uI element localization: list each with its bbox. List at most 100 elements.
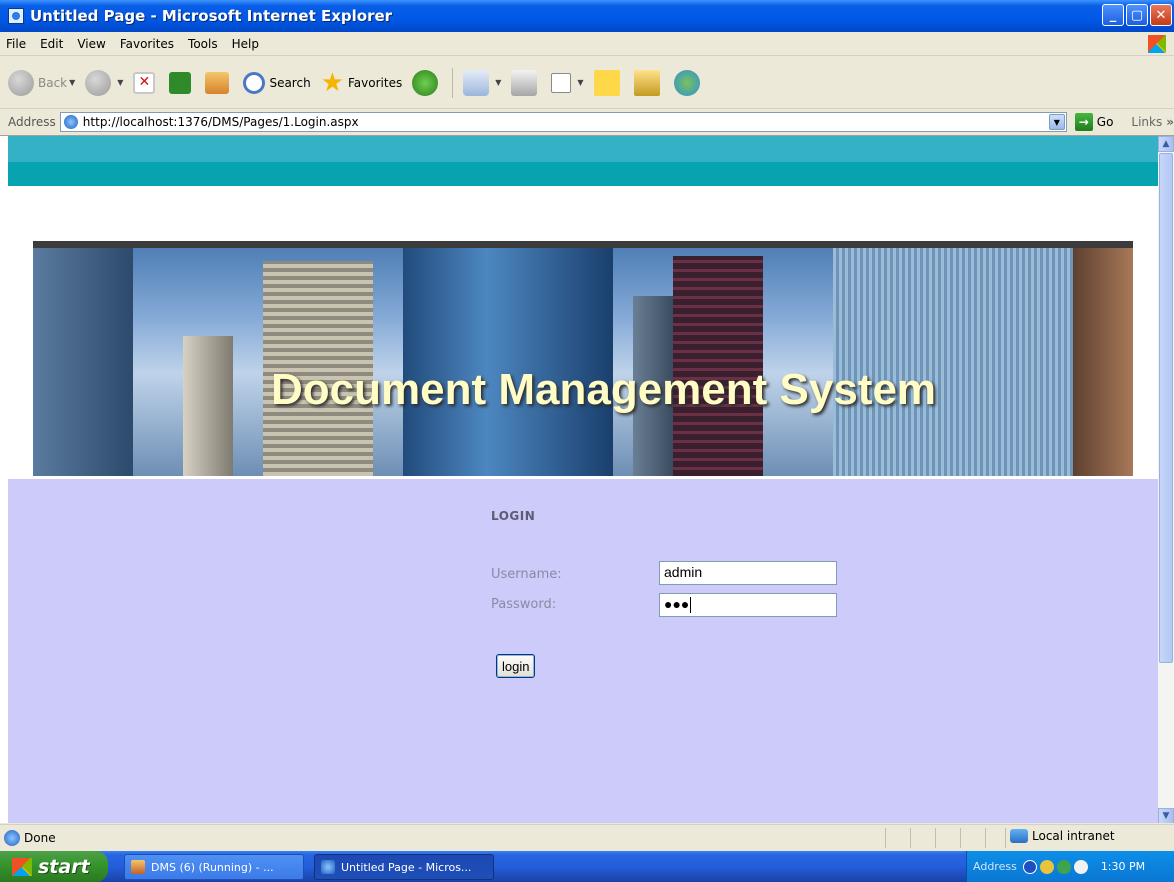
zone-label: Local intranet — [1032, 829, 1115, 843]
taskbar-item-ie[interactable]: Untitled Page - Micros... — [314, 854, 494, 880]
taskbar: start DMS (6) (Running) - ... Untitled P… — [0, 851, 1174, 882]
chevron-down-icon[interactable]: ▼ — [1048, 114, 1065, 130]
go-button[interactable]: → Go — [1074, 113, 1114, 131]
search-label: Search — [269, 75, 311, 90]
banner-image: Document Management System — [33, 241, 1133, 476]
home-icon — [205, 71, 230, 94]
system-tray: Address 1:30 PM — [966, 851, 1174, 882]
status-divider — [1005, 828, 1006, 848]
login-panel: LOGIN Username: Password: admin ●●● logi… — [8, 479, 1158, 823]
network-icon[interactable] — [1039, 859, 1054, 874]
search-icon — [243, 71, 266, 94]
go-label: Go — [1096, 115, 1114, 129]
media-icon — [412, 69, 439, 96]
window-title: Untitled Page - Microsoft Internet Explo… — [30, 7, 393, 25]
status-bar: Done Local intranet — [0, 824, 1174, 850]
scroll-thumb[interactable] — [1159, 153, 1173, 663]
status-text: Done — [24, 830, 56, 845]
toolbar: Back ▼ ▼ Search ★ Favorites ▼ ▼ — [0, 57, 1174, 109]
favorites-button[interactable]: ★ Favorites — [321, 68, 403, 98]
header-band-bottom — [8, 162, 1158, 186]
forward-arrow-icon — [85, 69, 112, 96]
refresh-icon — [169, 71, 192, 94]
go-arrow-icon: → — [1074, 113, 1093, 131]
username-label: Username: — [491, 567, 562, 582]
menu-help[interactable]: Help — [232, 37, 259, 51]
chevron-down-icon[interactable]: ▼ — [117, 78, 123, 87]
window-title-bar[interactable]: Untitled Page - Microsoft Internet Explo… — [0, 0, 1174, 32]
menu-file[interactable]: File — [6, 37, 26, 51]
start-label: start — [38, 855, 90, 878]
building-shape — [183, 336, 233, 476]
taskbar-item-label: DMS (6) (Running) - ... — [151, 860, 274, 874]
header-band-top — [8, 136, 1158, 162]
tray-expand-icon[interactable] — [1022, 859, 1037, 874]
links-button[interactable]: Links» — [1131, 115, 1174, 129]
status-divider — [935, 828, 936, 848]
windows-logo-icon — [1148, 35, 1166, 53]
tray-app-icon[interactable] — [1056, 859, 1071, 874]
clock[interactable]: 1:30 PM — [1101, 860, 1145, 873]
username-value: admin — [664, 564, 703, 580]
scroll-down-icon[interactable]: ▼ — [1158, 808, 1174, 823]
word-icon — [551, 72, 572, 93]
media-button[interactable] — [412, 69, 442, 96]
tray-address-label[interactable]: Address — [973, 860, 1017, 873]
maximize-button[interactable]: ▢ — [1126, 4, 1148, 26]
building-shape — [833, 248, 1073, 476]
menu-view[interactable]: View — [77, 37, 105, 51]
back-button[interactable]: Back ▼ — [8, 69, 75, 96]
password-mask: ●●● — [664, 596, 690, 612]
links-label: Links — [1131, 115, 1163, 129]
menu-favorites[interactable]: Favorites — [120, 37, 174, 51]
print-button[interactable] — [511, 69, 541, 96]
banner-title: Document Management System — [271, 365, 937, 414]
taskbar-item-label: Untitled Page - Micros... — [341, 860, 472, 874]
discuss-button[interactable] — [593, 69, 624, 96]
forward-button[interactable]: ▼ — [85, 69, 123, 96]
address-bar: Address http://localhost:1376/DMS/Pages/… — [0, 110, 1174, 134]
page-icon — [63, 115, 78, 129]
menu-edit[interactable]: Edit — [40, 37, 63, 51]
note-icon — [593, 69, 620, 96]
back-arrow-icon — [8, 69, 34, 96]
address-label: Address — [8, 115, 56, 129]
favorites-label: Favorites — [348, 75, 403, 90]
scroll-up-icon[interactable]: ▲ — [1158, 136, 1174, 152]
mail-icon — [463, 69, 490, 96]
tray-app-icon[interactable] — [1073, 859, 1088, 874]
username-input[interactable]: admin — [659, 561, 837, 585]
stop-button[interactable] — [133, 71, 159, 94]
search-button[interactable]: Search — [243, 71, 311, 94]
address-input[interactable]: http://localhost:1376/DMS/Pages/1.Login.… — [59, 112, 1067, 132]
status-divider — [885, 828, 886, 848]
toolbar-separator — [452, 67, 454, 98]
ie-icon — [8, 8, 24, 24]
chevron-down-icon[interactable]: ▼ — [577, 78, 583, 87]
research-button[interactable] — [633, 69, 664, 96]
status-divider — [985, 828, 986, 848]
mail-button[interactable]: ▼ — [463, 69, 501, 96]
vertical-scrollbar[interactable]: ▲ ▼ — [1158, 136, 1174, 823]
messenger-button[interactable] — [673, 69, 704, 96]
security-zone[interactable]: Local intranet — [1010, 829, 1115, 843]
chevron-down-icon[interactable]: ▼ — [495, 78, 501, 87]
back-label: Back — [38, 75, 68, 90]
password-input[interactable]: ●●● — [659, 593, 837, 617]
login-button[interactable]: login — [496, 654, 536, 678]
menu-tools[interactable]: Tools — [188, 37, 218, 51]
page-done-icon — [4, 829, 20, 846]
home-button[interactable] — [205, 71, 233, 94]
building-shape — [403, 248, 613, 476]
minimize-button[interactable]: _ — [1102, 4, 1124, 26]
refresh-button[interactable] — [169, 71, 195, 94]
visual-studio-icon — [131, 860, 145, 874]
taskbar-item-dms[interactable]: DMS (6) (Running) - ... — [124, 854, 304, 880]
close-button[interactable]: ✕ — [1150, 4, 1172, 26]
edit-button[interactable]: ▼ — [551, 72, 584, 93]
chevron-right-icon: » — [1166, 115, 1174, 129]
start-button[interactable]: start — [0, 851, 108, 882]
chevron-down-icon[interactable]: ▼ — [69, 78, 75, 87]
page-content: Document Management System LOGIN Usernam… — [8, 136, 1158, 823]
ie-icon — [321, 860, 335, 874]
